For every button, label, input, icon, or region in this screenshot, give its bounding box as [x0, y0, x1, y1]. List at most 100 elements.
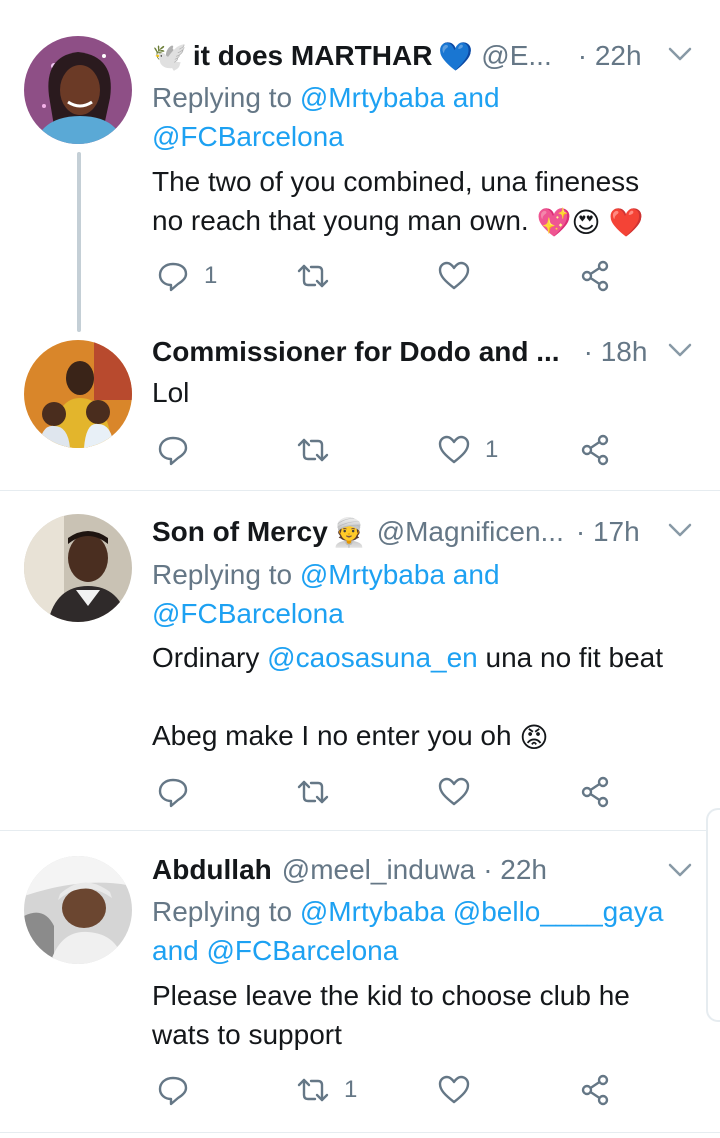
- display-name[interactable]: Abdullah: [152, 854, 272, 886]
- tweet-actions: 1: [152, 256, 672, 296]
- tweet-header: Commissioner for Dodo and ... · 18h: [152, 332, 647, 372]
- display-name[interactable]: it does MARTHAR: [193, 40, 433, 72]
- tweet-text-line: Please leave the kid to choose club he: [152, 980, 630, 1011]
- user-handle[interactable]: @E...: [481, 40, 551, 72]
- like-button[interactable]: [437, 772, 485, 812]
- avatar[interactable]: [24, 36, 132, 144]
- mention-link[interactable]: @Mrtybaba: [300, 896, 445, 927]
- timestamp[interactable]: · 22h: [578, 40, 642, 72]
- reply-count: 1: [204, 262, 218, 289]
- mention-link[interactable]: @bello____gaya: [453, 896, 664, 927]
- reply-button[interactable]: [156, 430, 204, 470]
- like-button[interactable]: 1: [437, 430, 498, 470]
- avatar[interactable]: [24, 514, 132, 622]
- share-icon: [581, 1074, 609, 1106]
- reply-button[interactable]: [156, 772, 204, 812]
- tweet-actions: 1: [152, 1070, 672, 1110]
- tweet-text: Ordinary: [152, 642, 268, 673]
- sparkling-heart-emoji: 💖: [536, 207, 572, 239]
- man-avatar-icon: [24, 514, 132, 622]
- retweet-icon: [297, 438, 329, 462]
- replying-label: Replying to: [152, 82, 300, 113]
- timestamp[interactable]: · 17h: [576, 516, 640, 548]
- angry-face-emoji: 😡: [519, 722, 549, 754]
- tweet-divider: [0, 830, 720, 831]
- share-button[interactable]: [578, 256, 612, 296]
- retweet-button[interactable]: [296, 256, 344, 296]
- timestamp[interactable]: · 18h: [584, 336, 648, 368]
- woman-avatar-icon: [24, 36, 132, 144]
- tweet-text-line: Ordinary @caosasuna_en una no fit beat: [152, 638, 663, 677]
- dove-emoji: 🕊️: [152, 40, 187, 72]
- retweet-button[interactable]: [296, 430, 344, 470]
- replying-to: Replying to @Mrtybaba and: [152, 555, 500, 594]
- replying-to-continued: and @FCBarcelona: [152, 931, 398, 970]
- tweet-text: Abeg make I no enter you oh: [152, 720, 512, 751]
- retweet-button[interactable]: 1: [296, 1070, 357, 1110]
- heart-icon: [438, 261, 470, 290]
- replying-label: Replying to: [152, 896, 300, 927]
- heart-icon: [438, 435, 470, 464]
- like-count: 1: [485, 436, 499, 463]
- mention-link[interactable]: @Mrtybaba: [300, 82, 445, 113]
- tweet-text: una no fit beat: [477, 642, 664, 673]
- display-name[interactable]: Commissioner for Dodo and ...: [152, 336, 560, 368]
- chevron-down-icon[interactable]: [666, 856, 694, 884]
- retweet-button[interactable]: [296, 772, 344, 812]
- replying-to: Replying to @Mrtybaba @bello____gaya: [152, 892, 663, 931]
- replying-and[interactable]: and: [445, 559, 500, 590]
- user-handle[interactable]: @meel_induwa: [282, 854, 475, 886]
- tweet-header: Son of Mercy 👳 @Magnificen... · 17h: [152, 512, 640, 552]
- replying-and[interactable]: and: [152, 935, 207, 966]
- avatar[interactable]: [24, 856, 132, 964]
- tweet-header: 🕊️ it does MARTHAR 💙 @E... · 22h: [152, 36, 642, 76]
- display-name[interactable]: Son of Mercy: [152, 516, 328, 548]
- tweet-text-line: Abeg make I no enter you oh 😡: [152, 716, 549, 757]
- red-heart-emoji: ❤️: [608, 207, 644, 239]
- heart-eyes-emoji: 😍: [571, 207, 601, 239]
- replying-to: Replying to @Mrtybaba and: [152, 78, 500, 117]
- tweet-divider: [0, 490, 720, 491]
- tweet-text-line: The two of you combined, una fineness: [152, 166, 640, 197]
- reply-icon: [158, 436, 188, 466]
- retweet-icon: [297, 780, 329, 804]
- mention-link[interactable]: @FCBarcelona: [152, 121, 344, 152]
- blue-heart-emoji: 💙: [438, 40, 474, 72]
- chevron-down-icon[interactable]: [666, 516, 694, 544]
- share-icon: [581, 776, 609, 808]
- timestamp[interactable]: · 22h: [483, 854, 547, 886]
- reply-icon: [158, 778, 188, 808]
- reply-icon: [158, 1076, 188, 1106]
- like-button[interactable]: [437, 256, 485, 296]
- tweet-actions: [152, 772, 672, 812]
- share-button[interactable]: [578, 772, 612, 812]
- chevron-down-icon[interactable]: [666, 40, 694, 68]
- reply-icon: [158, 262, 188, 292]
- mention-link[interactable]: @Mrtybaba: [300, 559, 445, 590]
- replying-label: Replying to: [152, 559, 300, 590]
- mention-link[interactable]: @caosasuna_en: [267, 642, 478, 673]
- like-button[interactable]: [437, 1070, 485, 1110]
- share-icon: [581, 260, 609, 292]
- replying-and[interactable]: and: [445, 82, 500, 113]
- avatar[interactable]: [24, 340, 132, 448]
- retweet-count: 1: [344, 1076, 358, 1103]
- share-button[interactable]: [578, 430, 612, 470]
- replying-to-continued: @FCBarcelona: [152, 594, 344, 633]
- tweet-text-line: Lol: [152, 377, 190, 408]
- share-button[interactable]: [578, 1070, 612, 1110]
- tweet-header: Abdullah @meel_induwa · 22h: [152, 850, 547, 890]
- mention-link[interactable]: @FCBarcelona: [207, 935, 399, 966]
- reply-button[interactable]: [156, 1070, 204, 1110]
- retweet-icon: [297, 264, 329, 288]
- mention-link[interactable]: @FCBarcelona: [152, 598, 344, 629]
- chevron-down-icon[interactable]: [666, 336, 694, 364]
- man-in-car-avatar-icon: [24, 856, 132, 964]
- man-with-babies-avatar-icon: [24, 340, 132, 448]
- reply-button[interactable]: 1: [156, 256, 217, 296]
- tweet-text-line: wats to support: [152, 1019, 342, 1050]
- retweet-icon: [297, 1078, 329, 1102]
- user-handle[interactable]: @Magnificen...: [377, 516, 564, 548]
- tweet-divider: [0, 1132, 720, 1133]
- side-scroll-handle[interactable]: [706, 808, 720, 1022]
